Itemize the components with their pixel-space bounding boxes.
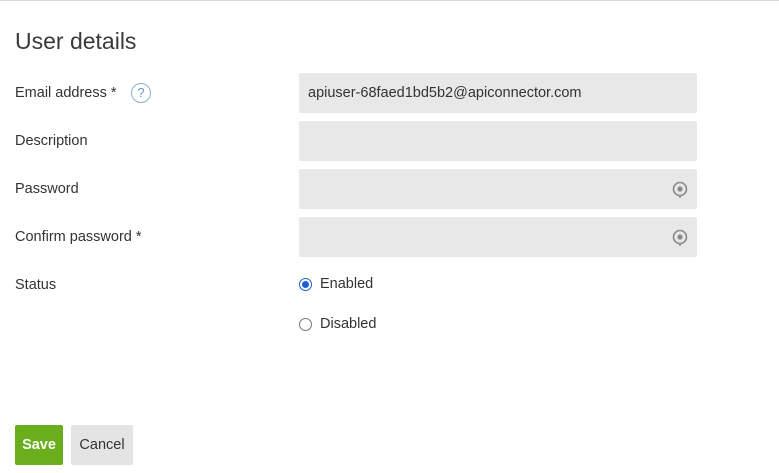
disabled-radio[interactable]: [299, 317, 312, 331]
email-field[interactable]: [299, 73, 697, 113]
save-button[interactable]: Save: [15, 425, 63, 465]
description-field[interactable]: [299, 121, 697, 161]
confirm-password-field[interactable]: [299, 217, 697, 257]
password-row: Password: [0, 169, 779, 209]
confirm-password-row: Confirm password *: [0, 217, 779, 257]
email-row: Email address * ?: [0, 73, 779, 113]
top-divider: [0, 0, 779, 1]
disabled-radio-label[interactable]: Disabled: [320, 316, 376, 332]
confirm-password-label: Confirm password *: [15, 229, 142, 245]
status-option-enabled[interactable]: Enabled: [299, 274, 373, 294]
question-mark-icon[interactable]: ?: [131, 83, 151, 103]
password-field[interactable]: [299, 169, 697, 209]
status-label: Status: [15, 277, 57, 293]
email-label: Email address *: [15, 85, 117, 101]
enabled-radio[interactable]: [299, 277, 312, 291]
enabled-radio-label[interactable]: Enabled: [320, 276, 373, 292]
password-label: Password: [15, 181, 79, 197]
status-row: Status: [0, 265, 779, 305]
password-reveal-icon[interactable]: [671, 180, 689, 198]
page-title: User details: [15, 28, 137, 54]
description-label: Description: [15, 133, 88, 149]
status-option-disabled[interactable]: Disabled: [299, 314, 376, 334]
description-row: Description: [0, 121, 779, 161]
cancel-button[interactable]: Cancel: [71, 425, 133, 465]
password-reveal-icon[interactable]: [671, 228, 689, 246]
